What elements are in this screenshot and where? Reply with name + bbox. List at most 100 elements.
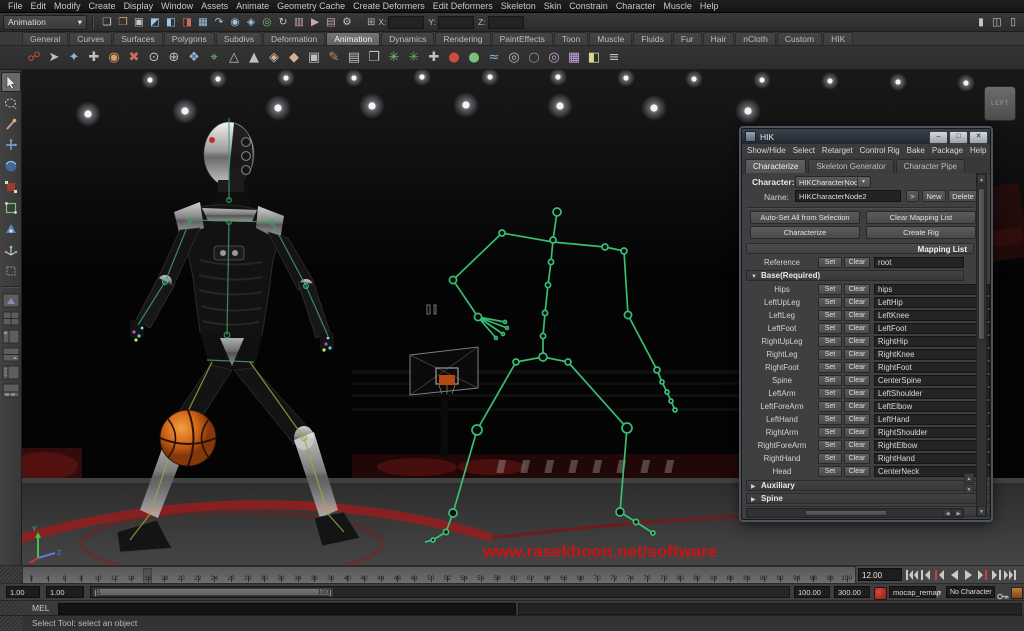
constraint-icon[interactable]: ≡ xyxy=(604,48,624,68)
current-character-set-field[interactable]: No Character Set xyxy=(946,586,995,607)
insert-joint-tool-icon[interactable]: ✚ xyxy=(84,48,104,68)
go-to-end-button[interactable] xyxy=(1003,567,1017,582)
animation-end-field[interactable]: 300.00 xyxy=(834,586,870,598)
shelf-tab[interactable]: Rendering xyxy=(435,32,491,45)
mapping-value-field[interactable]: RightHip xyxy=(874,335,990,347)
mapping-value-field[interactable]: LeftKnee xyxy=(874,309,990,321)
clear-button[interactable]: Clear xyxy=(844,256,870,268)
scroll-right-arrow[interactable]: ▶ xyxy=(954,509,963,517)
coordinate-input[interactable] xyxy=(388,15,425,29)
menu-item[interactable]: Create Deformers xyxy=(349,1,429,11)
character-set-editor-icon[interactable] xyxy=(1011,587,1023,599)
frame-tick[interactable]: 48 xyxy=(406,567,423,583)
characterize-button[interactable]: Characterize xyxy=(750,226,860,239)
clear-button[interactable]: Clear xyxy=(844,348,870,360)
reroot-skeleton-icon[interactable]: ◉ xyxy=(104,48,124,68)
orient-joint-icon[interactable]: ⌖ xyxy=(204,48,224,68)
menu-item[interactable]: File xyxy=(4,1,27,11)
mirror-skin-weights-icon[interactable]: ▤ xyxy=(344,48,364,68)
hik-character-icon[interactable]: ✳ xyxy=(384,48,404,68)
frame-tick[interactable]: 34 xyxy=(289,567,306,583)
menu-item[interactable]: Window xyxy=(157,1,197,11)
mapping-value-field[interactable]: root xyxy=(874,256,964,268)
shelf-tab[interactable]: PaintEffects xyxy=(491,32,553,45)
copy-skin-weights-icon[interactable]: ❐ xyxy=(364,48,384,68)
new-scene-icon[interactable]: ❏ xyxy=(99,15,115,30)
clear-button[interactable]: Clear xyxy=(844,387,870,399)
clear-button[interactable]: Clear xyxy=(844,452,870,464)
frame-tick[interactable]: 60 xyxy=(506,567,523,583)
select-hierarchy-mode-icon[interactable]: ◩ xyxy=(147,15,163,30)
ghost-selected-icon[interactable]: ◎ xyxy=(504,48,524,68)
frame-tick[interactable]: 78 xyxy=(655,567,672,583)
paint-select-tool[interactable] xyxy=(1,114,21,134)
name-input[interactable]: HIKCharacterNode2 xyxy=(795,190,901,202)
set-button[interactable]: Set xyxy=(818,348,842,360)
hik-control-rig-icon[interactable]: ✳ xyxy=(404,48,424,68)
frame-tick[interactable]: 96 xyxy=(805,567,822,583)
frame-tick[interactable]: 84 xyxy=(705,567,722,583)
scale-tool[interactable] xyxy=(1,177,21,197)
character-menu-field[interactable]: mocap_remap xyxy=(889,586,941,598)
rotate-tool[interactable] xyxy=(1,156,21,176)
shelf-tab[interactable]: Toon xyxy=(553,32,589,45)
mapping-value-field[interactable]: RightKnee xyxy=(874,348,990,360)
mapping-value-field[interactable]: LeftShoulder xyxy=(874,387,990,399)
clear-button[interactable]: Clear xyxy=(844,374,870,386)
frame-tick[interactable]: 30 xyxy=(256,567,273,583)
menu-item[interactable]: Edit xyxy=(27,1,51,11)
step-forward-key-button[interactable] xyxy=(989,567,1003,582)
scroll-left-arrow[interactable]: ◀ xyxy=(943,509,952,517)
show-manipulator-tool[interactable] xyxy=(1,240,21,260)
close-button[interactable]: ✕ xyxy=(969,131,988,144)
shelf-tab[interactable]: Custom xyxy=(776,32,823,45)
layout-two-pane-stacked-button[interactable] xyxy=(1,346,21,363)
set-button[interactable]: Set xyxy=(818,335,842,347)
shelf-tab[interactable]: Animation xyxy=(326,32,381,45)
menu-item[interactable]: Skin xyxy=(540,1,566,11)
menu-item[interactable]: Constrain xyxy=(565,1,612,11)
universal-manipulator-tool[interactable] xyxy=(1,198,21,218)
frame-tick[interactable]: 44 xyxy=(372,567,389,583)
frame-tick[interactable]: 50 xyxy=(422,567,439,583)
view-label-plate[interactable]: LEFT xyxy=(984,86,1016,121)
frame-tick[interactable]: 26 xyxy=(223,567,240,583)
command-language-label[interactable]: MEL xyxy=(32,603,49,613)
mapping-value-field[interactable]: LeftHand xyxy=(874,413,990,425)
layout-hypergraph-persp-button[interactable] xyxy=(1,382,21,399)
playback-start-field[interactable]: 1.00 xyxy=(6,586,40,598)
menu-item[interactable]: Display xyxy=(120,1,158,11)
last-tool-used[interactable] xyxy=(1,261,21,281)
hik-menu-item[interactable]: Show/Hide xyxy=(747,146,786,155)
scroll-up-arrow[interactable]: ▲ xyxy=(977,174,986,184)
range-slider-bar[interactable]: 1 100 xyxy=(93,588,333,597)
disconnect-joint-icon[interactable]: ⊙ xyxy=(144,48,164,68)
move-tool[interactable] xyxy=(1,135,21,155)
frame-tick[interactable]: 24 xyxy=(206,567,223,583)
frame-tick[interactable]: 82 xyxy=(689,567,706,583)
frame-tick[interactable]: 22 xyxy=(189,567,206,583)
frame-tick[interactable]: 14 xyxy=(123,567,140,583)
set-button[interactable]: Set xyxy=(818,426,842,438)
collapsed-section[interactable]: ▶ Spine xyxy=(746,493,990,504)
create-cluster-icon[interactable]: ◎ xyxy=(544,48,564,68)
hik-menu-item[interactable]: Bake xyxy=(907,146,925,155)
layout-single-pane-button[interactable] xyxy=(1,292,21,309)
new-character-button[interactable]: New xyxy=(922,190,946,202)
frame-tick[interactable]: 58 xyxy=(489,567,506,583)
current-time-field[interactable]: 12.00 xyxy=(858,568,902,581)
frame-tick[interactable]: 72 xyxy=(605,567,622,583)
menu-item[interactable]: Muscle xyxy=(659,1,696,11)
clear-button[interactable]: Clear xyxy=(844,413,870,425)
clear-button[interactable]: Clear xyxy=(844,400,870,412)
hik-menu-item[interactable]: Control Rig xyxy=(860,146,900,155)
frame-tick[interactable]: 28 xyxy=(239,567,256,583)
hik-menu-item[interactable]: Retarget xyxy=(822,146,853,155)
make-live-icon[interactable]: ◎ xyxy=(259,15,275,30)
hik-menu-item[interactable]: Help xyxy=(970,146,986,155)
clear-button[interactable]: Clear xyxy=(844,296,870,308)
frame-tick[interactable]: 36 xyxy=(306,567,323,583)
snap-to-view-planes-icon[interactable]: ◈ xyxy=(243,15,259,30)
snap-to-points-icon[interactable]: ◉ xyxy=(227,15,243,30)
clear-mapping-list-button[interactable]: Clear Mapping List xyxy=(866,211,976,224)
